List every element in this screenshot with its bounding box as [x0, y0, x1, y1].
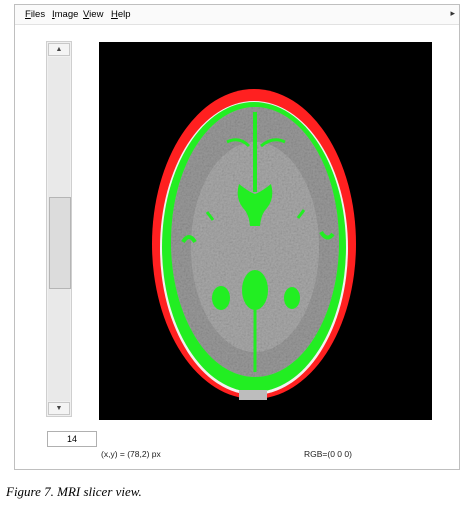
menu-bar: Files Image View Help ▸ — [15, 5, 459, 25]
slice-number-field[interactable]: 14 — [47, 431, 97, 447]
coordinate-readout: (x,y) = (78,2) px — [101, 449, 161, 459]
slice-scrollbar[interactable]: ▲ ▼ — [46, 41, 72, 417]
menu-image[interactable]: Image — [52, 9, 78, 20]
mri-slice-viewer[interactable] — [99, 42, 432, 420]
scroll-track[interactable] — [48, 57, 71, 401]
scroll-thumb[interactable] — [49, 197, 71, 289]
app-window: Files Image View Help ▸ ▲ ▼ 14 (x,y) = (… — [14, 4, 460, 470]
arrow-down-icon[interactable]: ▼ — [48, 402, 70, 415]
chevron-right-icon[interactable]: ▸ — [450, 8, 455, 19]
rgb-readout: RGB=(0 0 0) — [304, 449, 352, 459]
menu-help[interactable]: Help — [111, 9, 131, 20]
menu-files[interactable]: Files — [25, 9, 45, 20]
menu-view[interactable]: View — [83, 9, 103, 20]
mri-slice-image — [152, 89, 356, 400]
arrow-up-icon[interactable]: ▲ — [48, 43, 70, 56]
figure-caption: Figure 7. MRI slicer view. — [6, 484, 142, 499]
